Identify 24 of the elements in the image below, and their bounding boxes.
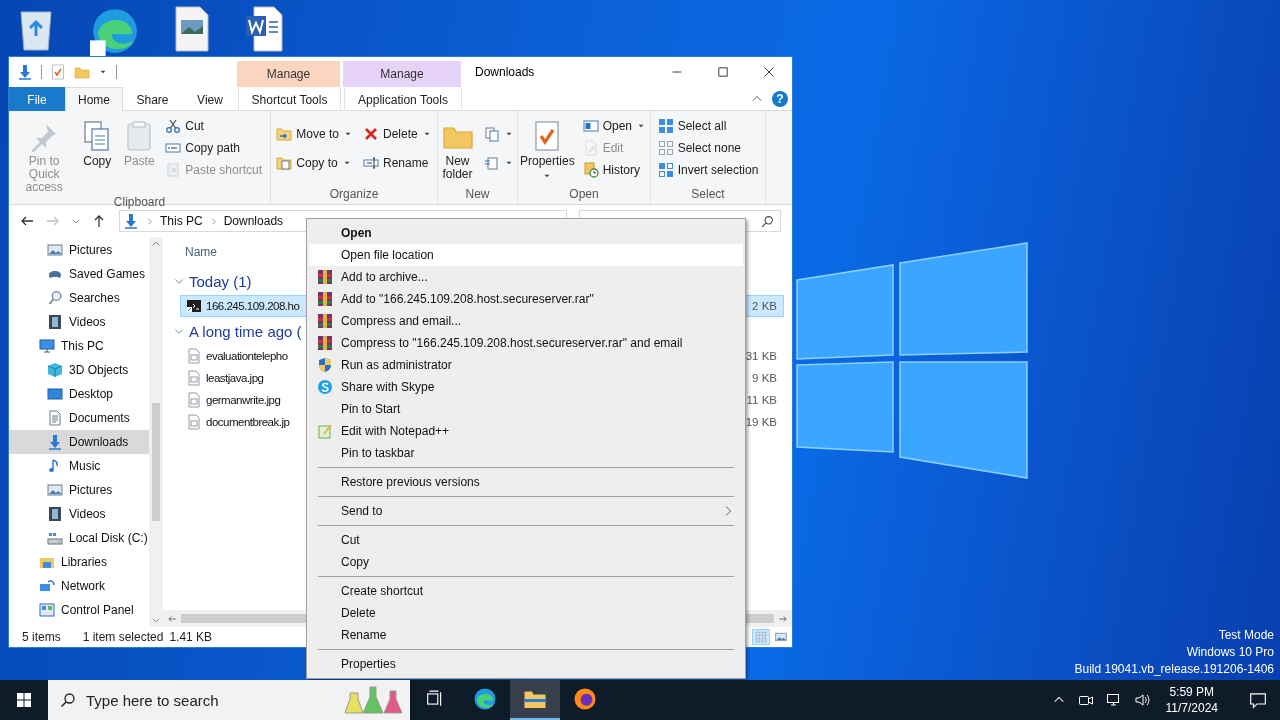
- file-name: leastjava.jpg: [206, 372, 264, 384]
- context-tab-header: Manage: [237, 61, 340, 87]
- desktop-notice-text: Build 19041.vb_release.191206-1406: [1074, 661, 1274, 678]
- file-name: documentbreak.jp: [206, 416, 290, 428]
- desktop-notice-text: Windows 10 Pro: [1186, 644, 1274, 661]
- file-name: evaluationtelepho: [206, 350, 288, 362]
- ribbon-group-label: Open: [569, 187, 599, 203]
- ribbon-group-label: New: [465, 187, 490, 203]
- ribbon-group-label: Organize: [329, 187, 379, 203]
- ribbon-group-label: Clipboard: [113, 195, 166, 211]
- context-tab-header: Manage: [343, 61, 461, 87]
- file-name: 166.245.109.208.ho: [206, 300, 300, 312]
- ribbon-group-label: Select: [691, 187, 725, 203]
- file-size: 11 KB: [746, 394, 777, 406]
- selection-size: 1.41 KB: [169, 630, 213, 644]
- file-size: 9 KB: [752, 372, 777, 384]
- file-name: germanwrite.jpg: [206, 394, 281, 406]
- item-count: 5 items: [22, 630, 61, 644]
- selection-status: 1 item selected: [82, 630, 164, 644]
- window-title: Downloads: [475, 65, 536, 79]
- desktop-notice-text: Test Mode: [1218, 627, 1274, 644]
- file-size: 31 KB: [745, 350, 777, 362]
- file-size: 19 KB: [745, 416, 777, 428]
- file-size: 2 KB: [752, 300, 777, 312]
